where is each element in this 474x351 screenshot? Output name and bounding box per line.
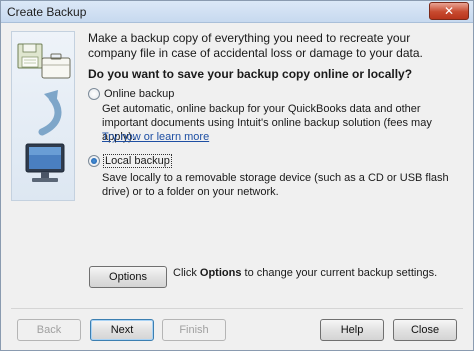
help-button[interactable]: Help	[320, 319, 384, 341]
backup-question: Do you want to save your backup copy onl…	[88, 67, 413, 81]
finish-button-label: Finish	[179, 324, 209, 336]
local-backup-option[interactable]: Local backup	[88, 154, 172, 168]
local-backup-label[interactable]: Local backup	[103, 154, 172, 168]
online-backup-option[interactable]: Online backup	[88, 88, 174, 100]
back-button[interactable]: Back	[17, 319, 81, 341]
close-button[interactable]: Close	[393, 319, 457, 341]
online-backup-radio[interactable]	[88, 88, 100, 100]
window-close-button[interactable]: ✕	[429, 2, 469, 20]
briefcase-icon	[41, 53, 71, 79]
options-button-label: Options	[109, 271, 147, 283]
close-button-label: Close	[410, 324, 440, 336]
finish-button[interactable]: Finish	[162, 319, 226, 341]
options-hint: Click Options to change your current bac…	[173, 267, 437, 279]
intro-text: Make a backup copy of everything you nee…	[88, 31, 423, 60]
next-button[interactable]: Next	[90, 319, 154, 341]
backup-illustration	[11, 31, 75, 201]
local-backup-description: Save locally to a removable storage devi…	[102, 172, 449, 198]
title-bar[interactable]: Create Backup ✕	[1, 1, 473, 23]
options-button[interactable]: Options	[89, 266, 167, 288]
options-hint-prefix: Click	[173, 267, 200, 279]
help-button-label: Help	[340, 324, 364, 336]
window-title: Create Backup	[7, 5, 87, 19]
local-backup-radio[interactable]	[88, 155, 100, 167]
next-button-label: Next	[110, 324, 134, 336]
floppy-disk-icon	[17, 43, 43, 69]
curved-arrow-icon	[38, 90, 62, 136]
options-hint-bold: Options	[199, 267, 242, 279]
try-now-link[interactable]: Try now or learn more	[102, 131, 209, 143]
illustration-svg	[17, 43, 71, 182]
create-backup-dialog: Create Backup ✕ Make a backup copy of ev…	[0, 0, 474, 351]
options-hint-suffix: to change your current backup settings.	[241, 267, 438, 279]
footer-divider	[11, 308, 463, 309]
online-backup-label[interactable]: Online backup	[104, 88, 174, 100]
monitor-icon	[25, 143, 65, 182]
back-button-label: Back	[36, 324, 62, 336]
close-icon: ✕	[443, 4, 455, 18]
